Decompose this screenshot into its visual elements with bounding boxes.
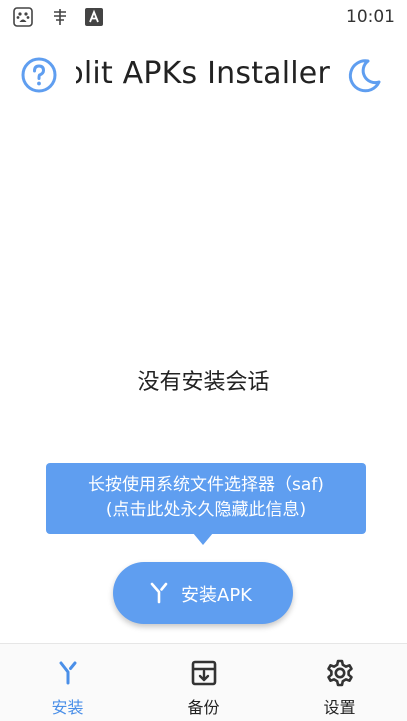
status-bar: 10:01 (0, 0, 407, 34)
bottom-nav: 安装 备份 设置 (0, 643, 407, 721)
nav-label-settings: 设置 (323, 698, 356, 717)
file-picker-hint-tooltip[interactable]: 长按使用系统文件选择器（saf) (点击此处永久隐藏此信息) (46, 463, 366, 534)
app-bar: Split APKs Installer (0, 44, 407, 106)
tooltip-arrow (193, 533, 213, 545)
nav-label-backup: 备份 (187, 698, 220, 717)
book-icon (54, 9, 66, 25)
help-circle-icon[interactable] (20, 56, 58, 94)
page-title-container: Split APKs Installer (76, 54, 330, 96)
baidu-icon (13, 7, 33, 27)
gear-icon (327, 659, 353, 687)
nav-label-install: 安装 (51, 698, 84, 717)
nav-item-backup[interactable]: 备份 (136, 644, 271, 721)
install-apk-label: 安装APK (181, 585, 252, 606)
nav-item-install[interactable]: 安装 (0, 644, 135, 721)
page-title: Split APKs Installer (76, 56, 330, 91)
tooltip-line-1: 长按使用系统文件选择器（saf) (88, 475, 324, 495)
moon-icon[interactable] (344, 56, 384, 96)
archive-icon (191, 660, 217, 686)
nav-item-settings[interactable]: 设置 (272, 644, 407, 721)
font-a-icon (85, 8, 103, 26)
tooltip-line-2: (点击此处永久隐藏此信息) (105, 500, 307, 520)
merge-icon (150, 582, 168, 604)
empty-state-message: 没有安装会话 (137, 370, 270, 395)
install-apk-button[interactable]: 安装APK (113, 562, 293, 624)
merge-icon (59, 661, 77, 685)
status-time: 10:01 (346, 7, 395, 27)
